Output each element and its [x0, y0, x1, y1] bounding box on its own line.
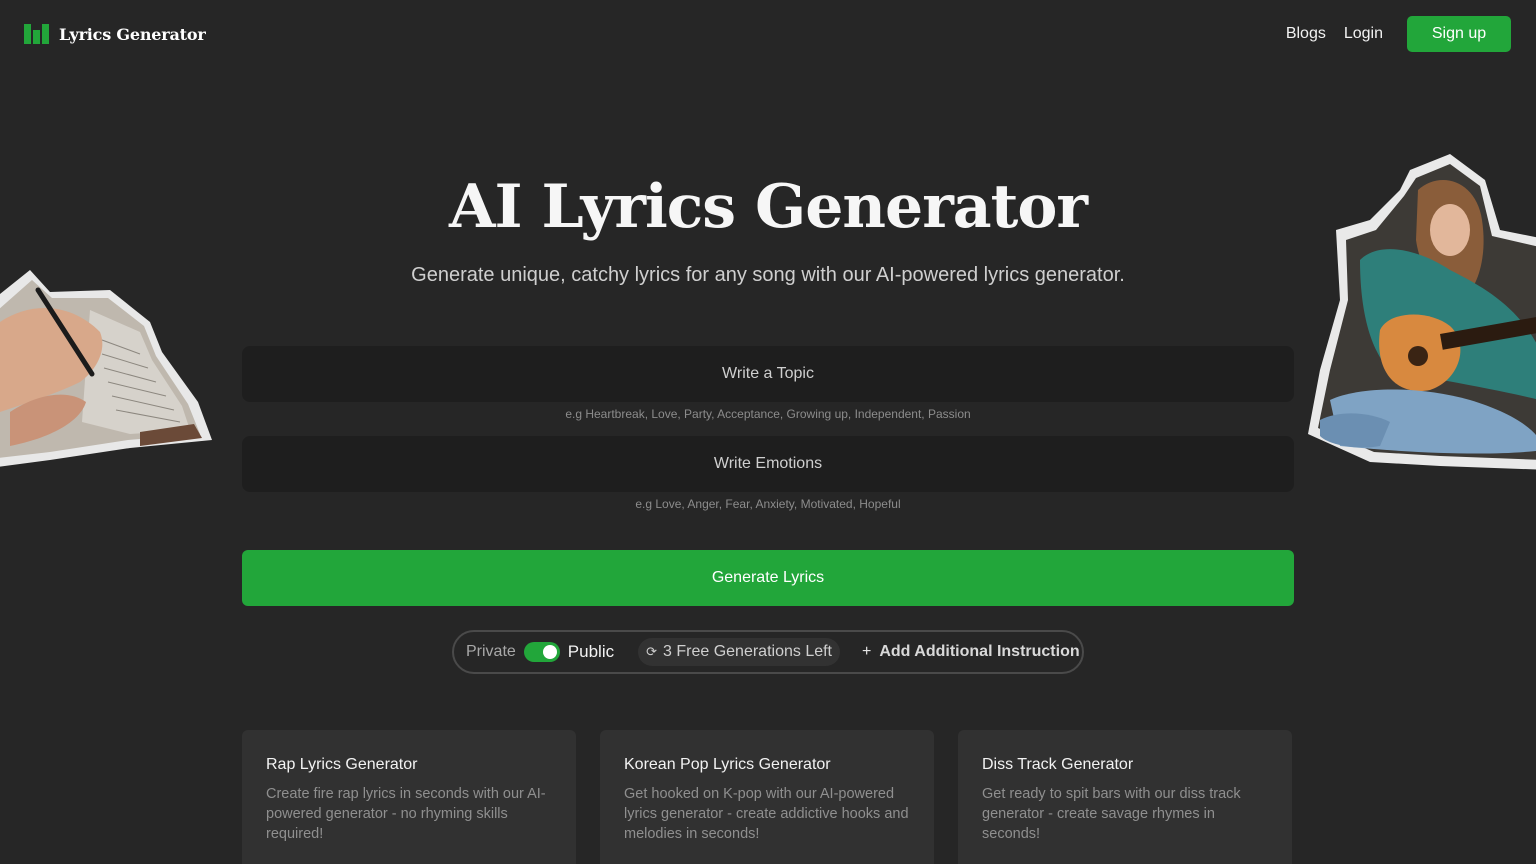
- topic-input[interactable]: [242, 346, 1294, 402]
- topic-hint: e.g Heartbreak, Love, Party, Acceptance,…: [565, 407, 971, 421]
- add-instruction-label: Add Additional Instruction: [879, 643, 1080, 660]
- page-title: AI Lyrics Generator: [448, 172, 1088, 242]
- add-instruction-button[interactable]: + Add Additional Instruction: [862, 643, 1080, 661]
- card-rap-lyrics-generator[interactable]: Rap Lyrics Generator Create fire rap lyr…: [242, 730, 576, 864]
- card-description: Get hooked on K-pop with our AI-powered …: [624, 786, 909, 842]
- card-description: Create fire rap lyrics in seconds with o…: [266, 786, 546, 842]
- nav-links: Blogs Login Sign up: [1286, 16, 1511, 52]
- nav-blogs-link[interactable]: Blogs: [1286, 25, 1326, 43]
- bars-logo-icon: [24, 24, 49, 44]
- card-korean-pop-lyrics-generator[interactable]: Korean Pop Lyrics Generator Get hooked o…: [600, 730, 934, 864]
- emotions-input[interactable]: [242, 436, 1294, 492]
- writing-notebook-illustration: [0, 270, 212, 467]
- nav-login-link[interactable]: Login: [1344, 25, 1383, 43]
- card-title: Rap Lyrics Generator: [266, 756, 418, 773]
- options-bar: Private Public ⟳ 3 Free Generations Left…: [452, 630, 1084, 674]
- generations-left-badge: ⟳ 3 Free Generations Left: [638, 638, 840, 666]
- generate-lyrics-button[interactable]: Generate Lyrics: [242, 550, 1294, 606]
- emotions-hint: e.g Love, Anger, Fear, Anxiety, Motivate…: [635, 497, 901, 511]
- refresh-icon: ⟳: [646, 644, 658, 659]
- card-diss-track-generator[interactable]: Diss Track Generator Get ready to spit b…: [958, 730, 1292, 864]
- generations-left-text: 3 Free Generations Left: [663, 643, 832, 660]
- public-label: Public: [567, 642, 615, 661]
- card-title: Diss Track Generator: [982, 756, 1134, 773]
- signup-button[interactable]: Sign up: [1407, 16, 1511, 52]
- brand-name: Lyrics Generator: [59, 24, 206, 44]
- brand-logo-link[interactable]: Lyrics Generator: [24, 24, 206, 44]
- plus-icon: +: [862, 643, 872, 660]
- top-navbar: Lyrics Generator Blogs Login Sign up: [0, 0, 1536, 68]
- card-description: Get ready to spit bars with our diss tra…: [982, 786, 1241, 842]
- page-subtitle: Generate unique, catchy lyrics for any s…: [411, 264, 1125, 286]
- private-label: Private: [466, 643, 516, 660]
- card-title: Korean Pop Lyrics Generator: [624, 756, 831, 773]
- visibility-toggle[interactable]: [523, 642, 560, 662]
